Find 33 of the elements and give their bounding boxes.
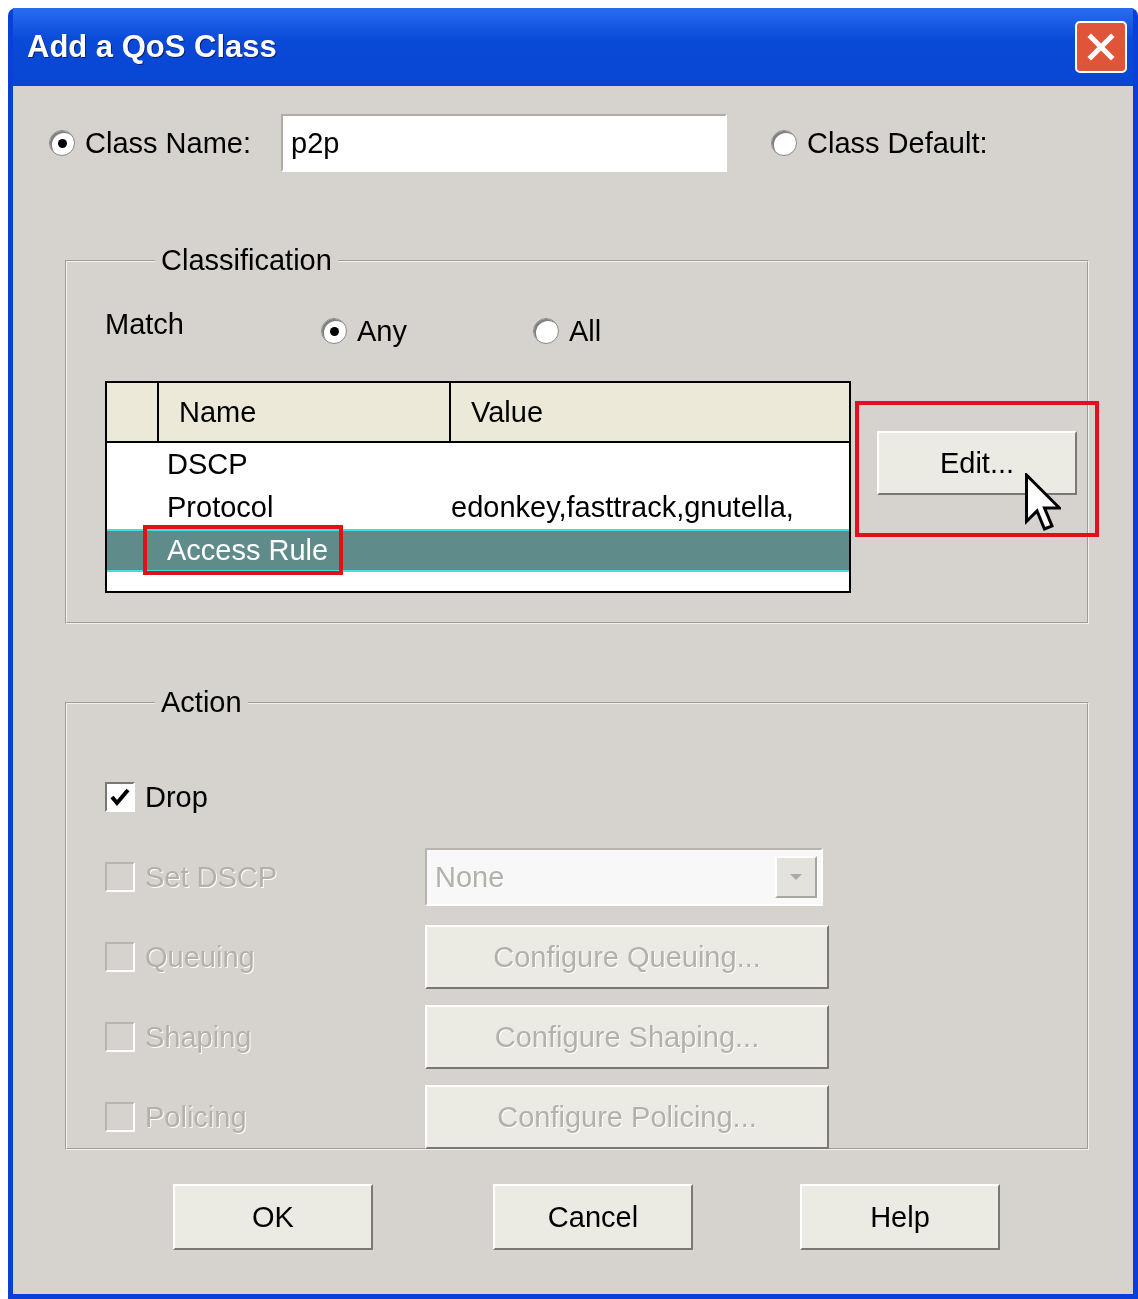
configure-button: Configure Policing...	[425, 1085, 829, 1149]
column-header: Value	[449, 383, 849, 441]
dialog-button[interactable]: OK	[173, 1184, 373, 1250]
radio-button[interactable]: Class Default:	[771, 126, 988, 160]
checkbox[interactable]	[105, 782, 135, 812]
configure-button: Configure Queuing...	[425, 925, 829, 989]
configure-button: Configure Shaping...	[425, 1005, 829, 1069]
radio-indicator[interactable]	[533, 318, 559, 344]
close-button[interactable]	[1075, 21, 1127, 73]
radio-indicator[interactable]	[321, 318, 347, 344]
cursor-icon	[1025, 473, 1061, 531]
table-row[interactable]: Protocol edonkey,fasttrack,gnutella,	[107, 486, 849, 529]
class-name-field[interactable]: p2p	[281, 114, 727, 172]
table-cell-text: DSCP	[167, 448, 249, 481]
radio-indicator[interactable]	[771, 130, 797, 156]
checkbox-label: Drop	[145, 780, 208, 814]
column-header: Name	[157, 383, 449, 441]
dialog-button[interactable]: Help	[800, 1184, 1000, 1250]
radio-button[interactable]: All	[533, 314, 745, 348]
window-title: Add a QoS Class	[27, 29, 277, 65]
table-cell-text: edonkey,fasttrack,gnutella,	[451, 491, 795, 524]
radio-button[interactable]: Any	[321, 314, 533, 348]
match-label: Match	[105, 307, 185, 341]
group-title: Action	[160, 686, 243, 719]
table-row[interactable]: Access Rule	[107, 529, 849, 572]
table-row[interactable]: DSCP	[107, 443, 849, 486]
group-title: Classification	[160, 244, 333, 277]
close-icon	[1086, 32, 1116, 62]
radio-button[interactable]: Class Name:	[49, 126, 251, 160]
edit-button[interactable]: Edit...	[877, 431, 1077, 495]
radio-indicator[interactable]	[49, 130, 75, 156]
dialog-button[interactable]: Cancel	[493, 1184, 693, 1250]
table-cell-text: Access Rule	[167, 534, 330, 567]
